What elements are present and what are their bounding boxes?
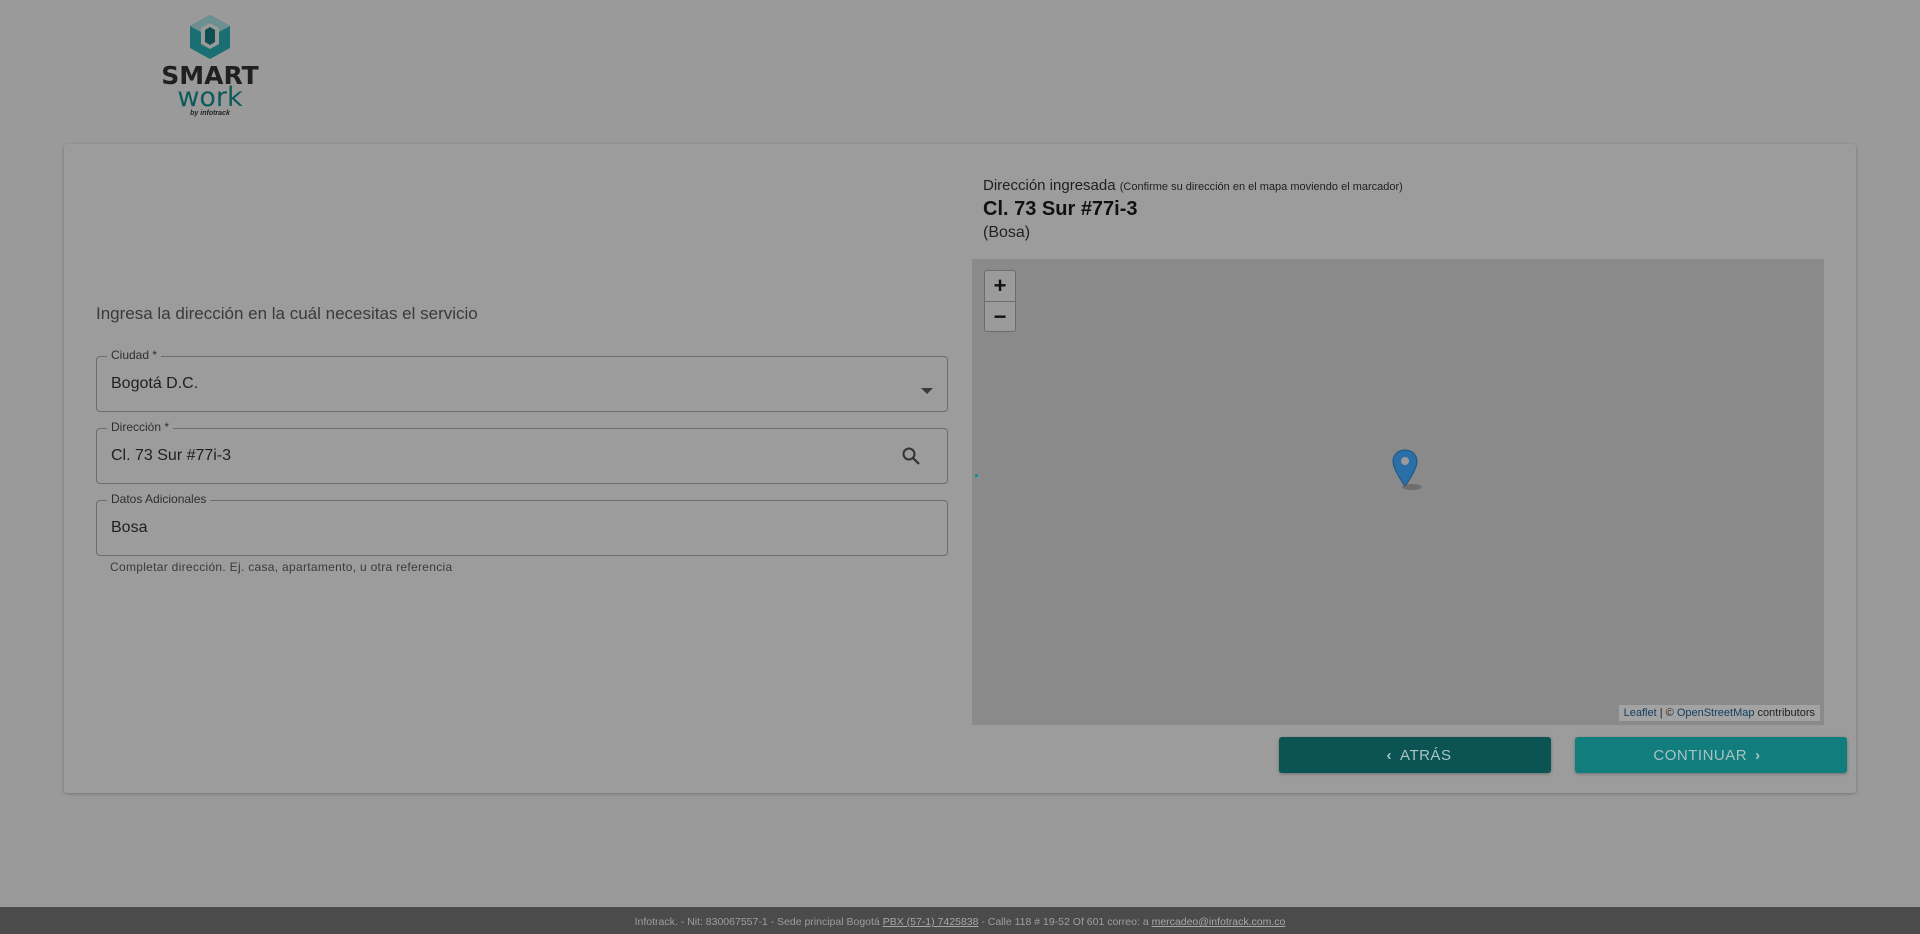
- leaflet-link[interactable]: Leaflet: [1624, 707, 1657, 719]
- continue-button[interactable]: CONTINUAR ›: [1575, 737, 1847, 773]
- back-button[interactable]: ‹ ATRÁS: [1279, 737, 1551, 773]
- address-label: Dirección *: [107, 420, 174, 434]
- additional-data-value: Bosa: [111, 519, 148, 536]
- form-prompt: Ingresa la dirección en la cuál necesita…: [96, 304, 478, 323]
- entered-address-title: Dirección ingresada: [983, 177, 1116, 194]
- dropdown-arrow-icon[interactable]: [921, 381, 933, 399]
- attribution-separator: | ©: [1656, 707, 1677, 719]
- map-view[interactable]: + − Leaflet | © OpenStreetMap contributo…: [972, 259, 1824, 725]
- footer-email[interactable]: mercadeo@infotrack.com.co: [1152, 916, 1286, 928]
- smartwork-logo: SMART work by infotrack: [160, 14, 260, 126]
- attribution-tail: contributors: [1754, 707, 1815, 719]
- city-label: Ciudad *: [107, 348, 162, 362]
- entered-address-note: (Confirme su dirección en el mapa movien…: [1119, 181, 1403, 193]
- search-icon[interactable]: [901, 446, 921, 471]
- address-card: Ingresa la dirección en la cuál necesita…: [64, 144, 1856, 793]
- zoom-out-button[interactable]: −: [985, 301, 1015, 331]
- footer-company: Infotrack. - Nit: 830067557-1 - Sede pri…: [634, 916, 880, 928]
- city-select[interactable]: Ciudad * Bogotá D.C.: [96, 348, 948, 412]
- additional-data-hint: Completar dirección. Ej. casa, apartamen…: [110, 560, 453, 574]
- footer-address: - Calle 118 # 19-52 Of 601 correo: a: [978, 916, 1152, 928]
- chevron-left-icon: ‹: [1386, 746, 1393, 764]
- map-marker-icon[interactable]: [1392, 449, 1426, 496]
- city-value: Bogotá D.C.: [111, 375, 199, 392]
- entered-address-value: Cl. 73 Sur #77i-3: [983, 198, 1138, 220]
- logo-by-text: by infotrack: [190, 110, 230, 117]
- entered-address-title-line: Dirección ingresada (Confirme su direcci…: [983, 177, 1403, 194]
- back-button-label: ATRÁS: [1400, 746, 1452, 764]
- map-edge-dot: [975, 474, 978, 477]
- additional-data-label: Datos Adicionales: [107, 492, 211, 506]
- address-field[interactable]: Dirección * Cl. 73 Sur #77i-3: [96, 420, 948, 484]
- logo-hexagon-icon: [190, 15, 230, 59]
- zoom-control: + −: [984, 270, 1016, 332]
- additional-data-field[interactable]: Datos Adicionales Bosa: [96, 492, 948, 556]
- map-attribution: Leaflet | © OpenStreetMap contributors: [1618, 705, 1820, 721]
- chevron-right-icon: ›: [1755, 746, 1761, 764]
- continue-button-label: CONTINUAR: [1653, 746, 1748, 764]
- address-value: Cl. 73 Sur #77i-3: [111, 447, 232, 464]
- footer-phone[interactable]: PBX (57-1) 7425838: [883, 916, 979, 928]
- zoom-in-button[interactable]: +: [985, 271, 1015, 301]
- footer: Infotrack. - Nit: 830067557-1 - Sede pri…: [0, 907, 1920, 934]
- openstreetmap-link[interactable]: OpenStreetMap: [1677, 707, 1755, 719]
- entered-address-extra: (Bosa): [983, 224, 1031, 241]
- entered-address-header: Dirección ingresada (Confirme su direcci…: [983, 177, 1403, 242]
